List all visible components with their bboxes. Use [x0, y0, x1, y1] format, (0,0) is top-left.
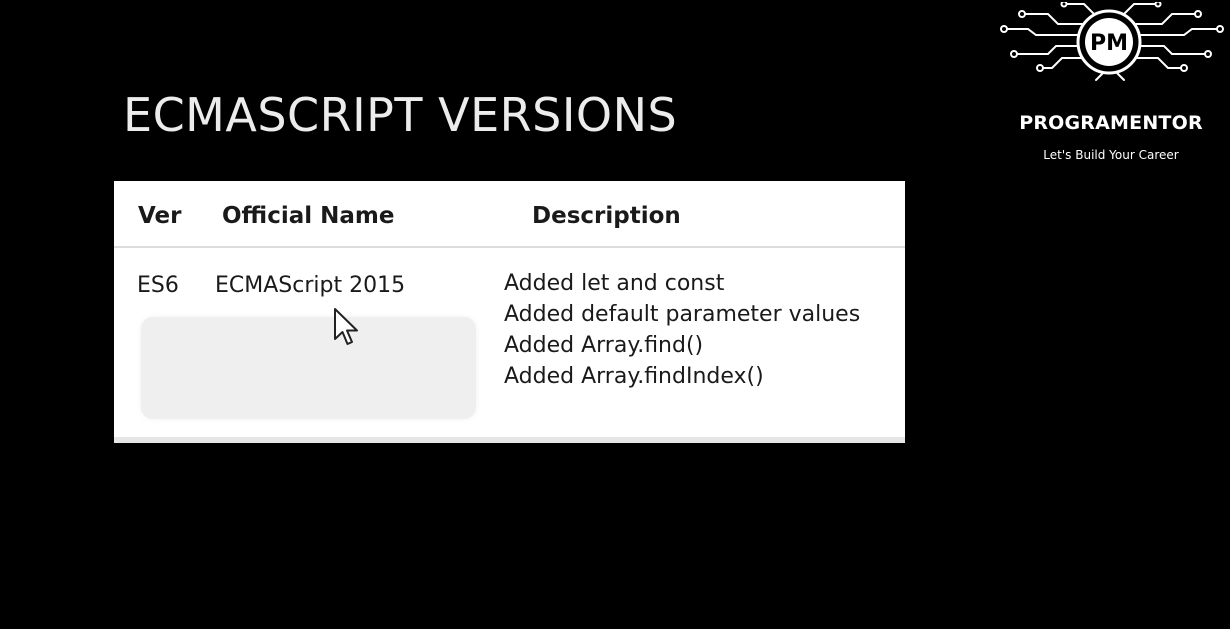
- cell-description-list: Added let and const Added default parame…: [504, 271, 860, 397]
- brand-tagline: Let's Build Your Career: [1043, 148, 1179, 162]
- header-description: Description: [532, 203, 681, 229]
- ecmascript-table: Ver Official Name Description ES6 ECMASc…: [114, 181, 905, 443]
- cell-ver: ES6: [137, 273, 179, 298]
- header-official-name: Official Name: [222, 203, 395, 229]
- table-footer-bar: [114, 437, 905, 443]
- programentor-brand: PM PROGRAMENTOR Let's Build Your Career: [996, 0, 1230, 175]
- logo-monogram: PM: [1090, 31, 1128, 56]
- mouse-pointer-icon: [334, 308, 358, 345]
- header-ver: Ver: [138, 203, 182, 229]
- blank-placeholder-box: [141, 317, 476, 419]
- slide-title: ECMASCRIPT VERSIONS: [123, 88, 678, 142]
- table-header-row: Ver Official Name Description: [114, 181, 905, 248]
- brand-name: PROGRAMENTOR: [1019, 112, 1203, 134]
- cell-official-name: ECMAScript 2015: [215, 273, 406, 298]
- description-item: Added Array.findIndex(): [504, 364, 764, 389]
- circuit-logo-icon: PM: [1000, 2, 1224, 81]
